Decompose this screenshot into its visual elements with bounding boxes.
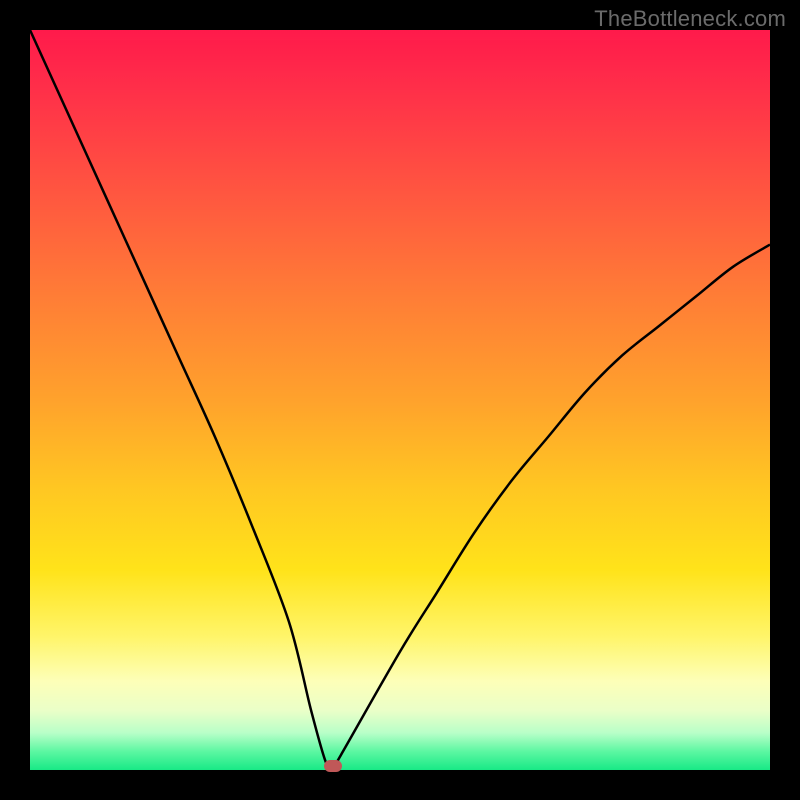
curve-path xyxy=(30,30,770,768)
plot-area xyxy=(30,30,770,770)
bottleneck-curve xyxy=(30,30,770,770)
minimum-marker-icon xyxy=(324,760,342,772)
watermark-text: TheBottleneck.com xyxy=(594,6,786,32)
chart-frame: TheBottleneck.com xyxy=(0,0,800,800)
